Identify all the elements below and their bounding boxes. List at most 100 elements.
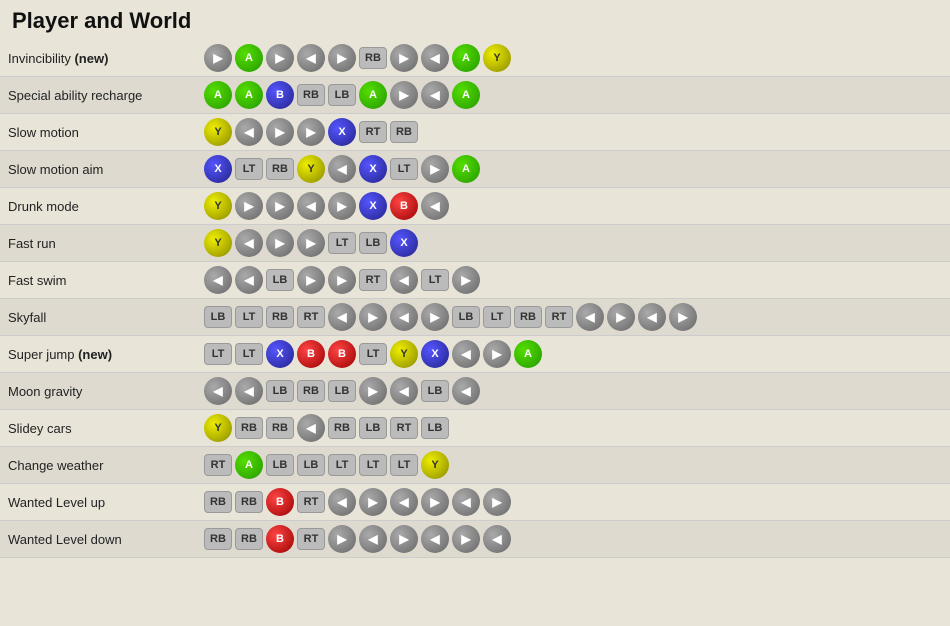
cheat-button[interactable]: LT — [390, 454, 418, 476]
cheat-button[interactable]: LT — [235, 343, 263, 365]
cheat-button[interactable] — [266, 118, 294, 146]
cheat-button[interactable]: X — [266, 340, 294, 368]
cheat-button[interactable]: LT — [483, 306, 511, 328]
cheat-button[interactable]: A — [452, 81, 480, 109]
cheat-button[interactable] — [390, 303, 418, 331]
cheat-button[interactable]: A — [514, 340, 542, 368]
cheat-button[interactable] — [328, 44, 356, 72]
cheat-button[interactable] — [452, 377, 480, 405]
cheat-button[interactable]: LT — [359, 454, 387, 476]
cheat-button[interactable]: RB — [235, 417, 263, 439]
cheat-button[interactable] — [328, 525, 356, 553]
cheat-button[interactable]: LT — [359, 343, 387, 365]
cheat-button[interactable] — [669, 303, 697, 331]
cheat-button[interactable]: LB — [328, 84, 356, 106]
cheat-button[interactable]: RT — [204, 454, 232, 476]
cheat-button[interactable] — [235, 266, 263, 294]
cheat-button[interactable] — [483, 340, 511, 368]
cheat-button[interactable]: X — [204, 155, 232, 183]
cheat-button[interactable]: RT — [359, 121, 387, 143]
cheat-button[interactable]: LB — [328, 380, 356, 402]
cheat-button[interactable] — [483, 525, 511, 553]
cheat-button[interactable] — [421, 488, 449, 516]
cheat-button[interactable] — [297, 118, 325, 146]
cheat-button[interactable]: LB — [359, 232, 387, 254]
cheat-button[interactable]: X — [359, 192, 387, 220]
cheat-button[interactable] — [421, 192, 449, 220]
cheat-button[interactable] — [328, 488, 356, 516]
cheat-button[interactable]: X — [390, 229, 418, 257]
cheat-button[interactable]: X — [359, 155, 387, 183]
cheat-button[interactable]: B — [297, 340, 325, 368]
cheat-button[interactable]: B — [266, 488, 294, 516]
cheat-button[interactable] — [297, 229, 325, 257]
cheat-button[interactable] — [204, 44, 232, 72]
cheat-button[interactable] — [266, 192, 294, 220]
cheat-button[interactable]: Y — [204, 118, 232, 146]
cheat-button[interactable]: RB — [266, 158, 294, 180]
cheat-button[interactable]: RT — [297, 528, 325, 550]
cheat-button[interactable]: RB — [390, 121, 418, 143]
cheat-button[interactable] — [235, 229, 263, 257]
cheat-button[interactable]: A — [452, 155, 480, 183]
cheat-button[interactable] — [359, 377, 387, 405]
cheat-button[interactable]: LB — [297, 454, 325, 476]
cheat-button[interactable]: X — [421, 340, 449, 368]
cheat-button[interactable]: LB — [421, 417, 449, 439]
cheat-button[interactable]: LT — [235, 306, 263, 328]
cheat-button[interactable]: B — [266, 525, 294, 553]
cheat-button[interactable]: RB — [204, 528, 232, 550]
cheat-button[interactable]: A — [452, 44, 480, 72]
cheat-button[interactable] — [576, 303, 604, 331]
cheat-button[interactable]: LT — [328, 232, 356, 254]
cheat-button[interactable]: RB — [266, 306, 294, 328]
cheat-button[interactable] — [297, 266, 325, 294]
cheat-button[interactable]: LB — [204, 306, 232, 328]
cheat-button[interactable]: LB — [359, 417, 387, 439]
cheat-button[interactable]: RB — [514, 306, 542, 328]
cheat-button[interactable] — [638, 303, 666, 331]
cheat-button[interactable]: RB — [235, 491, 263, 513]
cheat-button[interactable] — [297, 192, 325, 220]
cheat-button[interactable]: Y — [421, 451, 449, 479]
cheat-button[interactable] — [390, 377, 418, 405]
cheat-button[interactable]: LT — [328, 454, 356, 476]
cheat-button[interactable] — [452, 340, 480, 368]
cheat-button[interactable] — [359, 525, 387, 553]
cheat-button[interactable] — [421, 44, 449, 72]
cheat-button[interactable] — [359, 303, 387, 331]
cheat-button[interactable] — [452, 266, 480, 294]
cheat-button[interactable]: RT — [297, 491, 325, 513]
cheat-button[interactable] — [421, 303, 449, 331]
cheat-button[interactable] — [328, 266, 356, 294]
cheat-button[interactable]: RT — [390, 417, 418, 439]
cheat-button[interactable]: B — [266, 81, 294, 109]
cheat-button[interactable] — [390, 44, 418, 72]
cheat-button[interactable]: Y — [204, 192, 232, 220]
cheat-button[interactable]: RB — [297, 84, 325, 106]
cheat-button[interactable]: A — [204, 81, 232, 109]
cheat-button[interactable]: RB — [204, 491, 232, 513]
cheat-button[interactable] — [421, 525, 449, 553]
cheat-button[interactable]: A — [235, 81, 263, 109]
cheat-button[interactable]: LT — [204, 343, 232, 365]
cheat-button[interactable] — [297, 44, 325, 72]
cheat-button[interactable]: Y — [390, 340, 418, 368]
cheat-button[interactable] — [204, 377, 232, 405]
cheat-button[interactable]: LB — [266, 454, 294, 476]
cheat-button[interactable] — [204, 266, 232, 294]
cheat-button[interactable]: A — [235, 44, 263, 72]
cheat-button[interactable] — [421, 155, 449, 183]
cheat-button[interactable]: RT — [545, 306, 573, 328]
cheat-button[interactable] — [328, 303, 356, 331]
cheat-button[interactable]: Y — [204, 414, 232, 442]
cheat-button[interactable] — [483, 488, 511, 516]
cheat-button[interactable]: LT — [421, 269, 449, 291]
cheat-button[interactable] — [452, 488, 480, 516]
cheat-button[interactable]: Y — [297, 155, 325, 183]
cheat-button[interactable] — [328, 192, 356, 220]
cheat-button[interactable] — [235, 192, 263, 220]
cheat-button[interactable]: B — [390, 192, 418, 220]
cheat-button[interactable]: LB — [421, 380, 449, 402]
cheat-button[interactable]: LT — [390, 158, 418, 180]
